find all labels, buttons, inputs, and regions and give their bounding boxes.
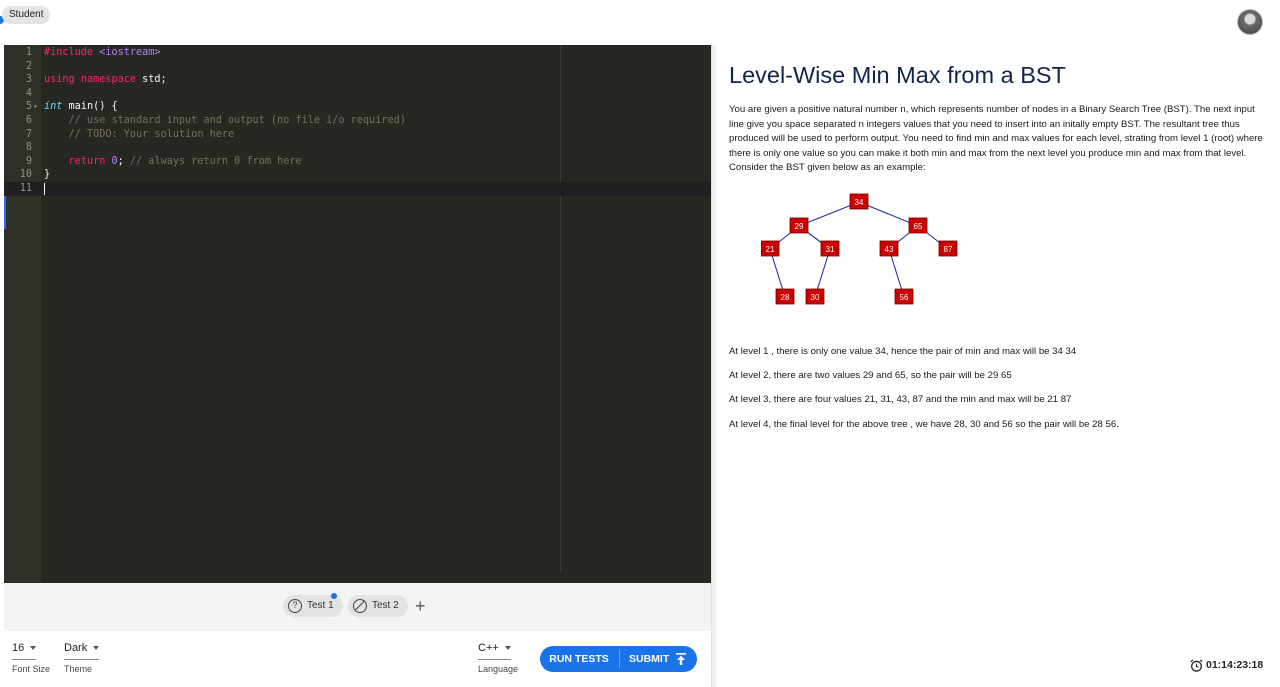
code-line[interactable]: 8 [4, 141, 711, 155]
line-number: 10 [19, 169, 32, 181]
level-explanation: At level 1 , there is only one value 34,… [729, 346, 1077, 357]
tree-node-label: 87 [944, 245, 953, 254]
role-badge: Student [2, 6, 51, 24]
code-token: <iostream> [99, 47, 161, 58]
line-number: 8 [25, 142, 32, 154]
avatar[interactable] [1237, 9, 1263, 35]
fold-arrow-icon[interactable]: ▾ [33, 100, 38, 114]
test-chip-2[interactable]: Test 2 [348, 595, 408, 617]
editor-settings-bar: 16 Font Size Dark Theme C++ Language RUN… [4, 631, 711, 687]
dropdown-arrow-icon [504, 646, 511, 651]
code-line[interactable]: 4 [4, 87, 711, 101]
code-editor[interactable]: 1 #include <iostream> 2 3 using namespace … [4, 45, 711, 583]
tree-node-label: 30 [811, 293, 820, 302]
code-line[interactable]: 5 ▾ int main() { [4, 100, 711, 114]
line-number: 1 [25, 47, 32, 58]
code-line[interactable]: 2 [4, 60, 711, 74]
line-number: 4 [25, 87, 32, 99]
submit-button[interactable]: SUBMIT [620, 646, 697, 672]
code-token: namespace [80, 74, 137, 86]
code-line[interactable]: 6 // use standard input and output (no f… [4, 114, 711, 128]
language-value: C++ [478, 642, 499, 654]
text-cursor [44, 183, 45, 195]
alarm-clock-icon [1190, 659, 1203, 672]
theme-caption: Theme [64, 664, 93, 674]
line-number: 9 [25, 155, 32, 167]
code-token: return [44, 155, 106, 167]
tree-node-label: 34 [855, 198, 864, 207]
tree-node-label: 28 [781, 293, 790, 302]
upload-icon [676, 653, 686, 665]
code-line[interactable]: 3 using namespace std; [4, 73, 711, 87]
run-tests-button[interactable]: RUN TESTS [540, 646, 618, 672]
line-number: 2 [25, 60, 32, 72]
code-token: main() { [62, 101, 118, 113]
code-line[interactable]: 9 return 0; // always return 0 from here [4, 155, 711, 169]
code-line[interactable]: 10} [4, 168, 711, 182]
code-comment: // TODO: Your solution here [44, 128, 235, 140]
font-size-select[interactable]: 16 Font Size [12, 642, 50, 674]
font-size-value: 16 [12, 642, 25, 654]
problem-title: Level-Wise Min Max from a BST [729, 62, 1066, 88]
gutter-marker [4, 193, 6, 229]
tree-node-label: 56 [900, 293, 909, 302]
level-explanation: At level 2, there are two values 29 and … [729, 370, 1012, 381]
line-number: 6 [25, 114, 32, 126]
dropdown-arrow-icon [93, 646, 100, 651]
line-number: 7 [25, 128, 32, 140]
code-line[interactable]: 7 // TODO: Your solution here [4, 128, 711, 142]
code-comment: // use standard input and output (no fil… [44, 114, 406, 126]
tree-node-label: 43 [885, 245, 894, 254]
code-token: using [44, 74, 75, 86]
code-comment: // always return 0 from here [129, 155, 302, 167]
line-number: 11 [19, 182, 32, 194]
timer-value: 01:14:23:18 [1206, 659, 1264, 671]
dropdown-arrow-icon [30, 646, 37, 651]
test-chip-1[interactable]: ? Test 1 [283, 593, 343, 617]
line-number: 3 [25, 74, 32, 86]
problem-panel: Level-Wise Min Max from a BST You are gi… [729, 60, 1269, 430]
pane-splitter[interactable] [711, 45, 716, 687]
add-test-button[interactable]: + [415, 596, 426, 616]
test-cases-bar: ? Test 1 Test 2 + [4, 583, 711, 631]
font-size-caption: Font Size [12, 664, 51, 674]
help-circle-icon: ? [288, 599, 302, 613]
action-buttons: RUN TESTS SUBMIT [540, 646, 697, 672]
level-explanation: At level 4, the final level for the abov… [729, 419, 1119, 430]
submit-label: SUBMIT [629, 653, 670, 665]
test-label: Test 1 [307, 600, 334, 611]
code-line[interactable]: 1 #include <iostream> [4, 46, 711, 60]
code-line-active[interactable]: 11 [4, 181, 711, 196]
code-lines: 1 #include <iostream> 2 3 using namespace … [4, 46, 711, 196]
code-token: std; [136, 74, 167, 86]
tree-nodes: 34 29 65 21 31 43 87 28 30 56 [761, 193, 958, 305]
tree-node-label: 29 [795, 222, 804, 231]
top-bar: Student [0, 0, 1280, 44]
theme-value: Dark [64, 642, 88, 654]
language-caption: Language [478, 664, 519, 674]
tree-node-label: 21 [766, 245, 775, 254]
level-explanation: At level 3, there are four values 21, 31… [729, 394, 1072, 405]
line-number: 5 [25, 101, 32, 113]
tree-node-label: 65 [914, 222, 923, 231]
code-token: ; [117, 155, 130, 167]
test-label: Test 2 [372, 600, 399, 611]
language-select[interactable]: C++ Language [478, 642, 518, 674]
code-token: #include [44, 47, 94, 58]
tree-node-label: 31 [826, 245, 835, 254]
bst-diagram: 34 29 65 21 31 43 87 28 30 56 [761, 193, 958, 305]
countdown-timer: 01:14:23:18 [1190, 659, 1264, 672]
code-token: } [44, 169, 51, 181]
code-token: int [44, 101, 63, 113]
theme-select[interactable]: Dark Theme [64, 642, 100, 674]
problem-description: You are given a positive natural number … [729, 104, 1263, 174]
notification-dot [331, 593, 337, 599]
